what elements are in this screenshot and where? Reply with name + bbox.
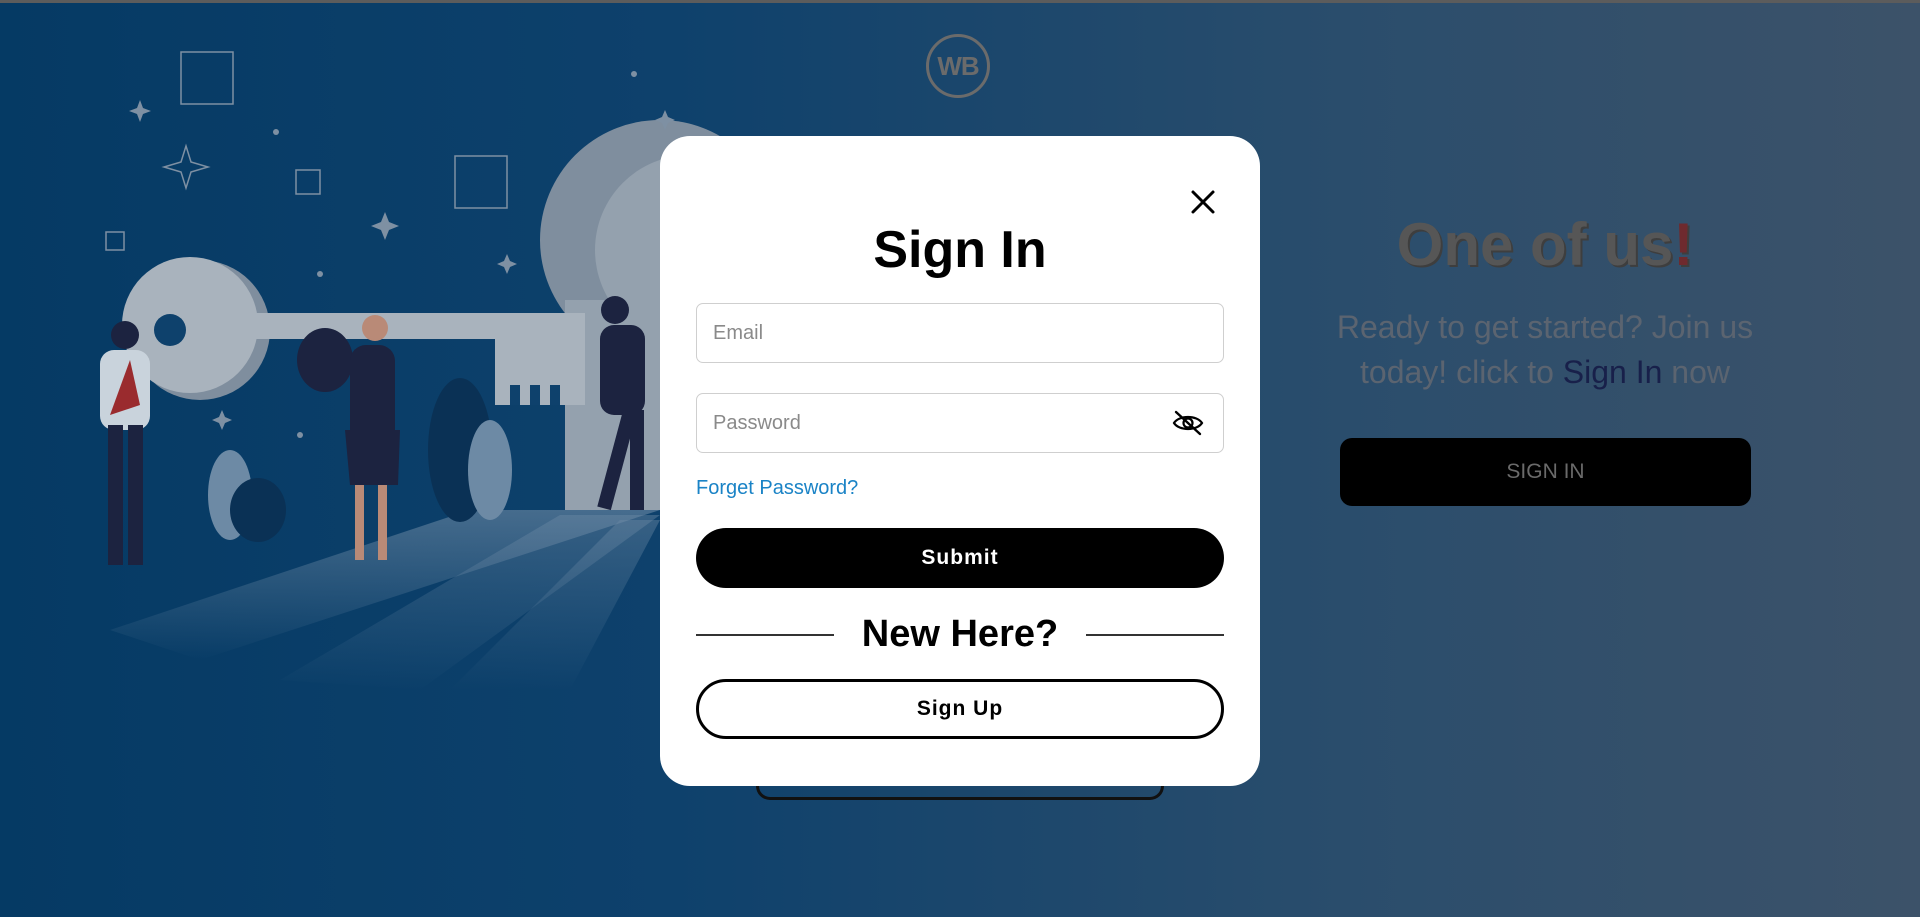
sign-in-modal: Sign In Forget Password? Submit New Here… — [660, 136, 1260, 786]
close-icon[interactable] — [1187, 186, 1219, 218]
hero-sign-in-button[interactable]: SIGN IN — [1340, 438, 1751, 506]
forgot-password-link[interactable]: Forget Password? — [696, 474, 858, 502]
hero-panel: One of us! Ready to get started? Join us… — [1300, 205, 1790, 506]
submit-button[interactable]: Submit — [696, 528, 1224, 588]
hero-title: One of us! — [1300, 205, 1790, 285]
modal-title: Sign In — [873, 221, 1047, 279]
eye-slash-icon[interactable] — [1172, 410, 1204, 436]
wb-logo: WB — [926, 34, 990, 98]
new-here-heading: New Here? — [861, 613, 1059, 655]
email-field[interactable] — [696, 303, 1224, 363]
hero-sign-in-link[interactable]: Sign In — [1563, 354, 1663, 390]
key-team-illustration — [100, 51, 760, 690]
sign-up-button[interactable]: Sign Up — [696, 679, 1224, 739]
hero-title-mark: ! — [1673, 211, 1694, 278]
password-field[interactable] — [696, 393, 1224, 453]
divider-line-left — [696, 634, 834, 636]
divider-line-right — [1086, 634, 1224, 636]
hero-title-text: One of us — [1396, 211, 1674, 278]
hero-subtitle-end: now — [1662, 354, 1730, 390]
hero-subtitle: Ready to get started? Join us today! cli… — [1300, 305, 1790, 395]
